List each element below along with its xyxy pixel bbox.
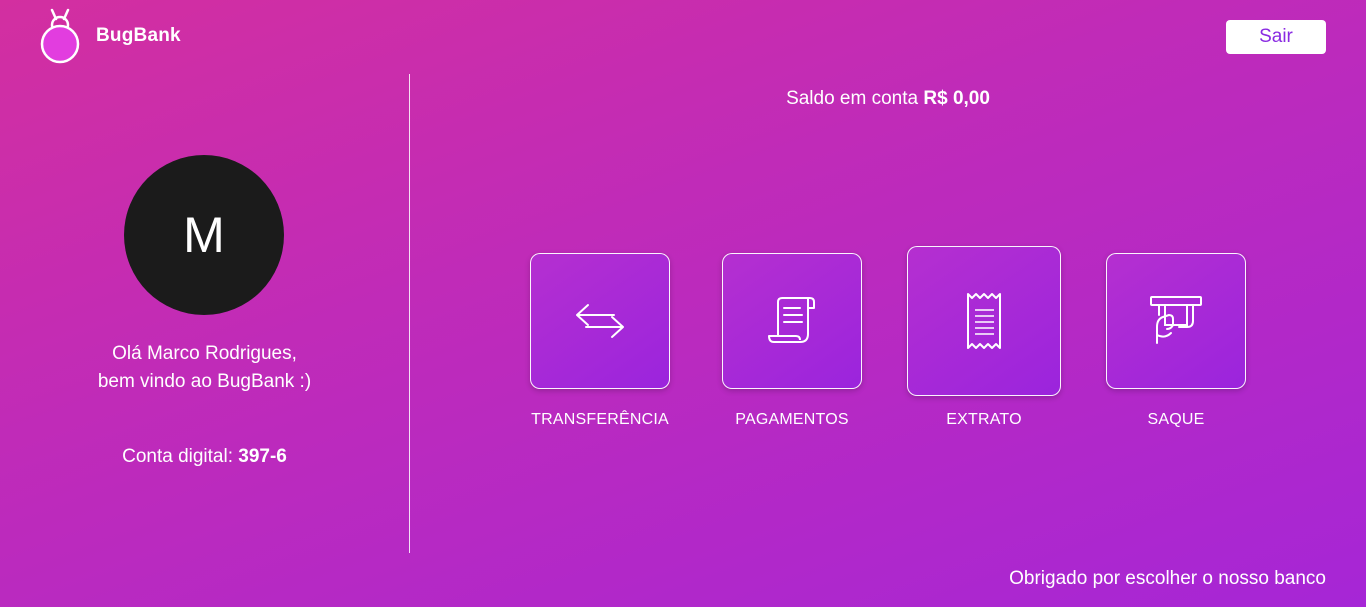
avatar-initial: M — [183, 207, 225, 263]
welcome-message: Olá Marco Rodrigues, bem vindo ao BugBan… — [0, 340, 409, 396]
greeting-line-name: Olá Marco Rodrigues, — [112, 343, 297, 364]
receipt-icon — [967, 293, 1001, 349]
panel-divider — [409, 74, 410, 553]
transfer-button[interactable] — [530, 253, 670, 389]
payment-scroll-icon — [768, 297, 815, 343]
balance-value: R$ 0,00 — [923, 88, 990, 109]
footer-message: Obrigado por escolher o nosso banco — [1009, 568, 1326, 589]
account-info: Conta digital: 397-6 — [0, 446, 409, 468]
greeting-line-welcome: bem vindo ao BugBank :) — [97, 371, 312, 392]
balance-display: Saldo em conta R$ 0,00 — [410, 88, 1366, 110]
avatar: M — [124, 155, 284, 315]
withdraw-button[interactable] — [1106, 253, 1246, 389]
statement-label: EXTRATO — [946, 411, 1022, 428]
payments-label: PAGAMENTOS — [735, 411, 849, 428]
user-panel: M Olá Marco Rodrigues, bem vindo ao BugB… — [0, 0, 409, 607]
logout-button[interactable]: Sair — [1226, 20, 1326, 54]
statement-button[interactable] — [907, 246, 1061, 396]
transfer-arrows-icon — [576, 304, 624, 338]
cash-withdraw-icon — [1150, 296, 1202, 344]
transfer-label: TRANSFERÊNCIA — [531, 411, 669, 428]
balance-label: Saldo em conta — [786, 88, 919, 109]
withdraw-label: SAQUE — [1147, 411, 1205, 428]
account-number: 397-6 — [238, 446, 287, 467]
account-label: Conta digital: — [122, 446, 233, 467]
payments-button[interactable] — [722, 253, 862, 389]
